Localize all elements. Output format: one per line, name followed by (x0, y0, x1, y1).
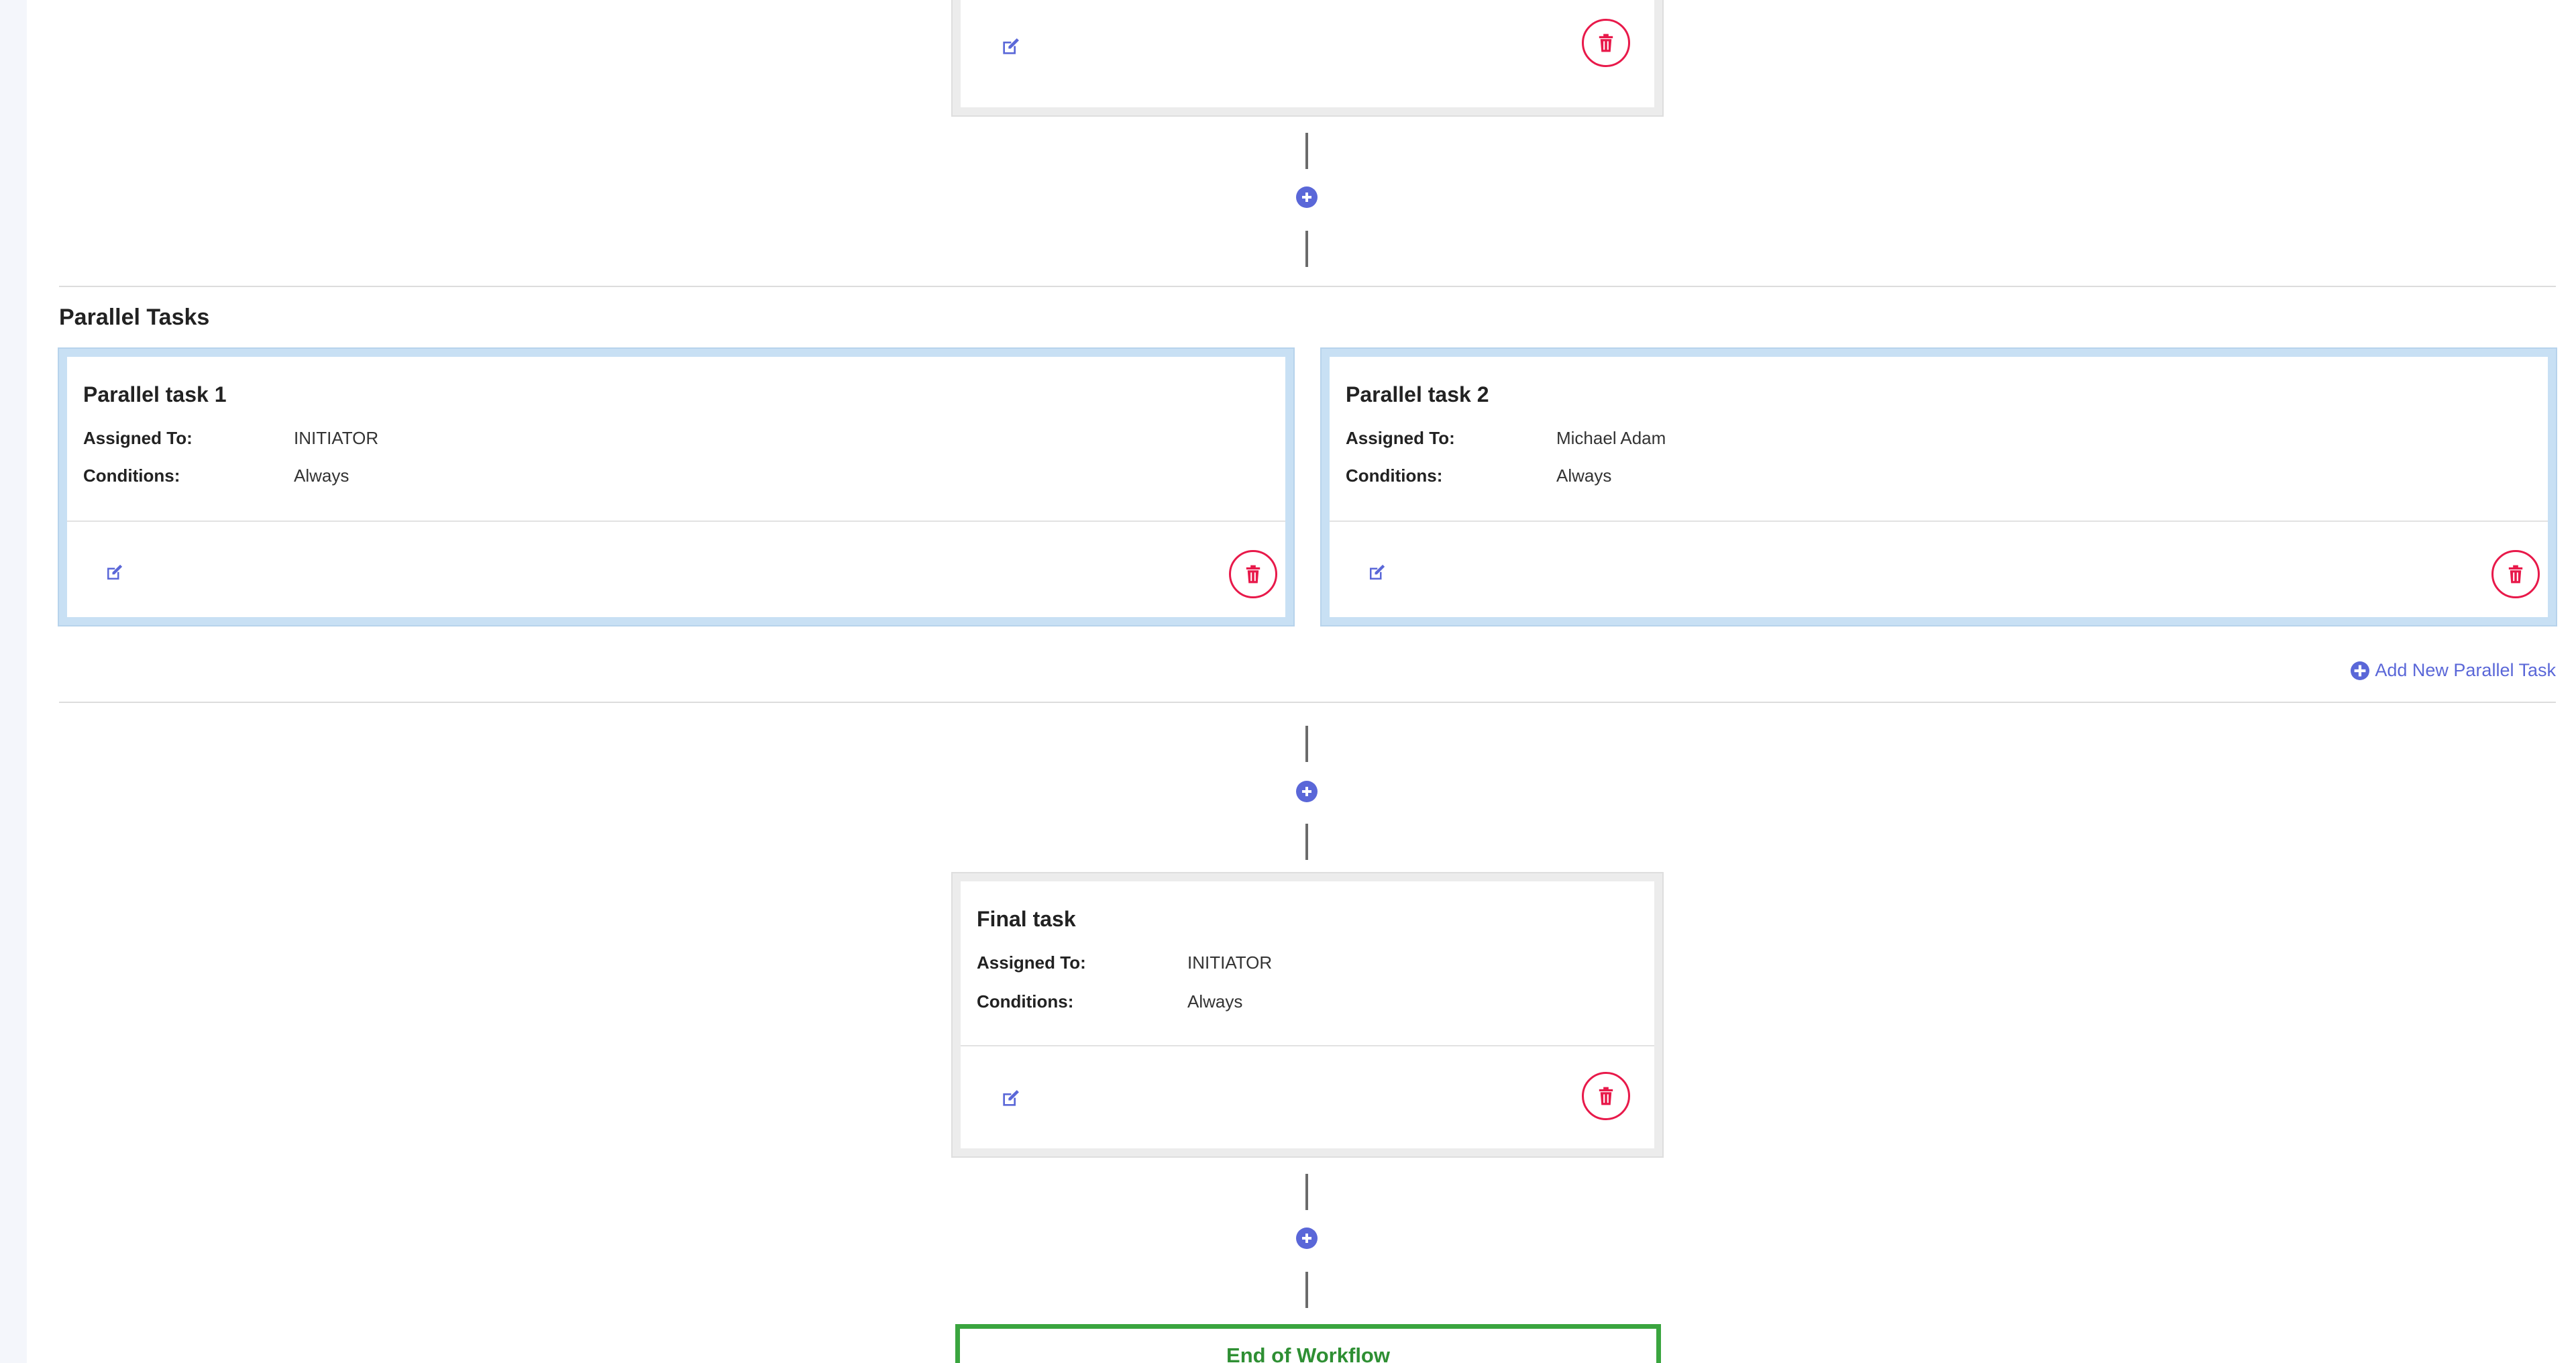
conditions-row: Conditions: Always (977, 991, 1242, 1012)
edit-icon (1003, 1090, 1019, 1106)
trash-icon (1599, 34, 1613, 52)
add-parallel-task-label: Add New Parallel Task (2375, 660, 2556, 680)
task-card-top (951, 0, 1664, 117)
edit-button[interactable] (997, 34, 1024, 60)
divider (59, 286, 2556, 287)
assigned-value: INITIATOR (1187, 952, 1273, 973)
plus-circle-icon (2351, 661, 2370, 680)
assigned-label: Assigned To: (1346, 428, 1455, 448)
left-strip (0, 0, 27, 1363)
edit-icon (107, 564, 123, 580)
add-step-button[interactable] (1296, 781, 1318, 802)
conditions-value: Always (1556, 466, 1612, 486)
plus-icon (1302, 1234, 1311, 1243)
assigned-value: Michael Adam (1556, 428, 1666, 448)
divider (59, 702, 2556, 703)
edit-button[interactable] (101, 559, 127, 586)
card-divider (1330, 521, 2548, 522)
task-title: Parallel task 2 (1346, 382, 1489, 406)
edit-button[interactable] (997, 1085, 1024, 1112)
connector-line (1305, 1174, 1308, 1210)
assigned-value: INITIATOR (294, 428, 379, 448)
plus-icon (1302, 193, 1311, 202)
conditions-value: Always (1187, 991, 1243, 1012)
plus-icon (1302, 787, 1311, 796)
connector-line (1305, 231, 1308, 267)
assigned-label: Assigned To: (83, 428, 193, 448)
assigned-row: Assigned To: INITIATOR (83, 428, 378, 449)
parallel-task-card-2: Parallel task 2 Assigned To: Michael Adam… (1320, 347, 2557, 626)
add-parallel-task-link[interactable]: Add New Parallel Task (2351, 660, 2556, 681)
assigned-row: Assigned To: Michael Adam (1346, 428, 1666, 449)
add-step-button[interactable] (1296, 186, 1318, 208)
connector-line (1305, 824, 1308, 860)
connector-line (1305, 133, 1308, 169)
edit-button[interactable] (1363, 559, 1390, 586)
final-task-card: Final task Assigned To: INITIATOR Conditi… (951, 872, 1664, 1158)
delete-button[interactable] (1582, 19, 1630, 67)
delete-button[interactable] (1582, 1072, 1630, 1120)
task-title: Final task (977, 907, 1076, 931)
trash-icon (1246, 565, 1260, 584)
conditions-value: Always (294, 466, 350, 486)
end-of-workflow: End of Workflow (955, 1324, 1661, 1363)
edit-icon (1370, 564, 1385, 580)
section-title: Parallel Tasks (59, 305, 210, 330)
assigned-label: Assigned To: (977, 952, 1086, 973)
add-step-button[interactable] (1296, 1228, 1318, 1249)
connector-line (1305, 726, 1308, 762)
delete-button[interactable] (2491, 550, 2540, 598)
conditions-label: Conditions: (977, 991, 1074, 1012)
conditions-row: Conditions: Always (1346, 466, 1611, 486)
conditions-row: Conditions: Always (83, 466, 349, 486)
conditions-label: Conditions: (1346, 466, 1443, 486)
connector-line (1305, 1272, 1308, 1308)
task-title: Parallel task 1 (83, 382, 227, 406)
trash-icon (1599, 1087, 1613, 1105)
delete-button[interactable] (1229, 550, 1277, 598)
trash-icon (2508, 565, 2523, 584)
card-divider (961, 1045, 1654, 1046)
parallel-task-card-1: Parallel task 1 Assigned To: INITIATOR Co… (58, 347, 1295, 626)
end-of-workflow-label: End of Workflow (1226, 1344, 1390, 1363)
card-divider (67, 521, 1285, 522)
conditions-label: Conditions: (83, 466, 180, 486)
assigned-row: Assigned To: INITIATOR (977, 952, 1272, 973)
edit-icon (1003, 38, 1019, 54)
workflow-page: Parallel Tasks Parallel task 1 Assigned … (0, 0, 2576, 1363)
